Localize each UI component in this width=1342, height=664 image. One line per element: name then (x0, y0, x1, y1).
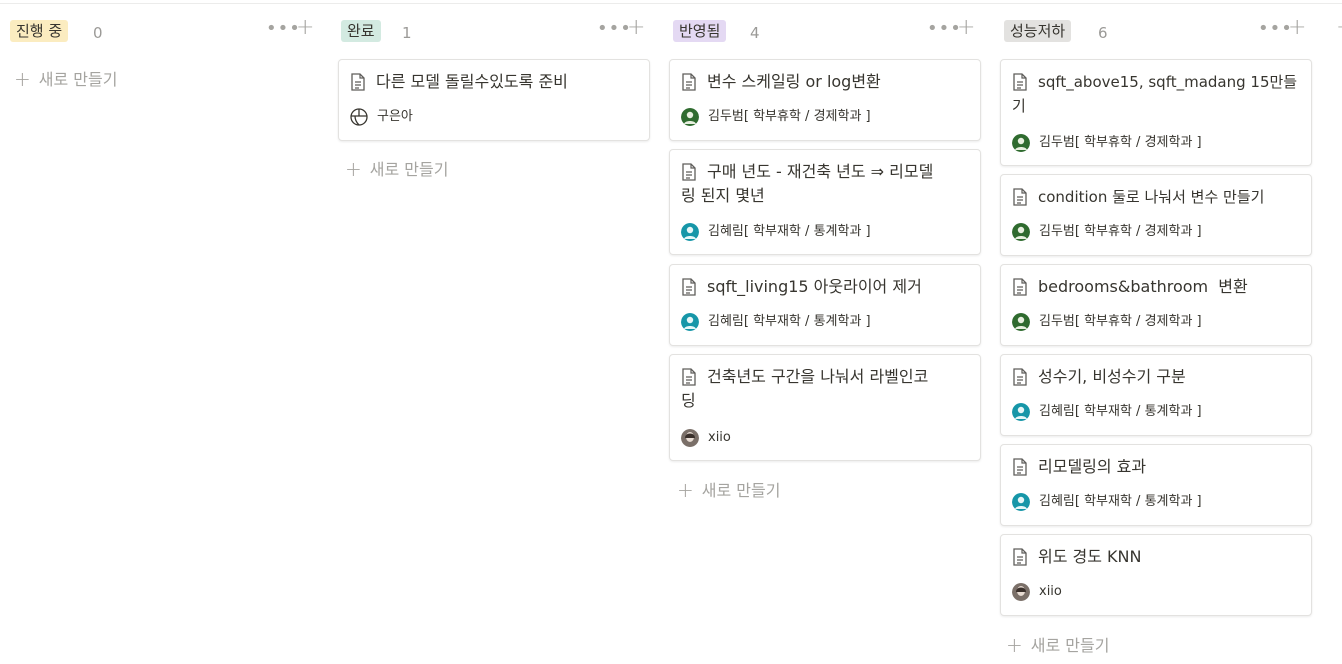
teal-avatar (1012, 403, 1030, 421)
assignee: 김두범[ 학부휴학 / 경제학과 ] (681, 107, 871, 127)
page-icon (1013, 278, 1027, 296)
teal-avatar (681, 223, 699, 241)
column-header: 반영됨 4 ••• + (673, 14, 987, 48)
card-count: 0 (93, 24, 103, 42)
card-title: 위도 경도 KNN (1038, 547, 1142, 566)
page-icon (351, 73, 365, 91)
assignee-name: 김혜림[ 학부재학 / 통계학과 ] (708, 224, 871, 239)
new-card-button[interactable]: + 새로 만들기 (677, 477, 780, 502)
column-header: 진행 중 0 ••• + (10, 14, 324, 48)
page-icon (1013, 368, 1027, 386)
card-title: sqft_living15 아웃라이어 제거 (707, 277, 922, 296)
card[interactable]: 다른 모델 돌릴수있도록 준비 구은아 (338, 59, 650, 141)
card[interactable]: condition 둘로 나눠서 변수 만들기 김두범[ 학부휴학 / 경제학과… (1000, 174, 1312, 256)
card-count: 4 (750, 24, 760, 42)
card[interactable]: 변수 스케일링 or log변환 김두범[ 학부휴학 / 경제학과 ] (669, 59, 981, 141)
assignee: 구은아 (350, 107, 413, 127)
new-card-button[interactable]: + 새로 만들기 (345, 156, 448, 181)
plus-icon[interactable]: + (627, 15, 645, 40)
green-avatar (1012, 313, 1030, 331)
card-title: sqft_above15, sqft_madang 15만들 기 (1012, 73, 1298, 115)
kanban-board: 진행 중 0 ••• + + 새로 만들기 완료 1 ••• + 다른 모델 돌릴… (0, 0, 1342, 664)
assignee-name: 김혜림[ 학부재학 / 통계학과 ] (1039, 494, 1202, 509)
page-icon (682, 368, 696, 386)
globe-avatar (350, 108, 368, 126)
card-title: condition 둘로 나눠서 변수 만들기 (1038, 188, 1265, 206)
green-avatar (1012, 134, 1030, 152)
green-avatar (681, 108, 699, 126)
card[interactable]: 리모델링의 효과 김혜림[ 학부재학 / 통계학과 ] (1000, 444, 1312, 526)
assignee: 김혜림[ 학부재학 / 통계학과 ] (681, 312, 871, 332)
assignee: 김두범[ 학부휴학 / 경제학과 ] (1012, 312, 1202, 332)
plus-icon: + (1006, 633, 1023, 657)
card-title: bedrooms&bathroom 변환 (1038, 277, 1248, 296)
card-count: 1 (402, 24, 412, 42)
page-icon (1013, 548, 1027, 566)
assignee: 김혜림[ 학부재학 / 통계학과 ] (1012, 492, 1202, 512)
assignee: xiio (681, 428, 731, 448)
assignee: 김혜림[ 학부재학 / 통계학과 ] (681, 222, 871, 242)
green-avatar (1012, 223, 1030, 241)
assignee-name: 김두범[ 학부휴학 / 경제학과 ] (1039, 314, 1202, 329)
card[interactable]: sqft_living15 아웃라이어 제거 김혜림[ 학부재학 / 통계학과 … (669, 264, 981, 346)
card-title: 성수기, 비성수기 구분 (1038, 367, 1186, 386)
plus-icon[interactable]: + (296, 15, 314, 40)
card[interactable]: bedrooms&bathroom 변환 김두범[ 학부휴학 / 경제학과 ] (1000, 264, 1312, 346)
assignee: 김두범[ 학부휴학 / 경제학과 ] (1012, 133, 1202, 153)
assignee: 김두범[ 학부휴학 / 경제학과 ] (1012, 222, 1202, 242)
page-icon (682, 73, 696, 91)
assignee-name: 김두범[ 학부휴학 / 경제학과 ] (1039, 135, 1202, 150)
card[interactable]: 성수기, 비성수기 구분 김혜림[ 학부재학 / 통계학과 ] (1000, 354, 1312, 436)
page-icon (1013, 458, 1027, 476)
new-card-button[interactable]: + 새로 만들기 (1006, 632, 1109, 657)
status-tag[interactable]: 완료 (341, 20, 381, 42)
card-title: 건축년도 구간을 나눠서 라벨인코 딩 (681, 367, 929, 410)
plus-icon: + (14, 67, 31, 91)
plus-icon[interactable]: + (1288, 15, 1306, 40)
page-icon (1013, 73, 1027, 91)
teal-avatar (1012, 493, 1030, 511)
column-applied: 반영됨 4 ••• + 변수 스케일링 or log변환 김두범[ 학부휴학 /… (669, 14, 987, 502)
assignee-name: 김두범[ 학부휴학 / 경제학과 ] (708, 109, 871, 124)
plus-icon: + (345, 157, 362, 181)
column-in-progress: 진행 중 0 ••• + + 새로 만들기 (10, 14, 324, 91)
photo-avatar (681, 429, 699, 447)
add-column-plus-icon[interactable]: + (1336, 15, 1342, 40)
column-done: 완료 1 ••• + 다른 모델 돌릴수있도록 준비 구은아 + 새로 만들기 (338, 14, 655, 181)
teal-avatar (681, 313, 699, 331)
column-header: 성능저하 6 ••• + (1004, 14, 1318, 48)
page-icon (1013, 188, 1027, 206)
new-card-button[interactable]: + 새로 만들기 (14, 66, 117, 91)
assignee-name: 김혜림[ 학부재학 / 통계학과 ] (1039, 404, 1202, 419)
column-header: 완료 1 ••• + (341, 14, 655, 48)
card-title: 구매 년도 - 재건축 년도 ⇒ 리모델 링 된지 몇년 (681, 162, 934, 205)
assignee-name: 김혜림[ 학부재학 / 통계학과 ] (708, 314, 871, 329)
card[interactable]: 건축년도 구간을 나눠서 라벨인코 딩 xiio (669, 354, 981, 461)
assignee: xiio (1012, 582, 1062, 602)
card-count: 6 (1098, 24, 1108, 42)
page-icon (682, 163, 696, 181)
column-degraded: 성능저하 6 ••• + sqft_above15, sqft_madang 1… (1000, 14, 1318, 657)
card-title: 다른 모델 돌릴수있도록 준비 (376, 72, 568, 91)
assignee: 김혜림[ 학부재학 / 통계학과 ] (1012, 402, 1202, 422)
status-tag[interactable]: 진행 중 (10, 20, 69, 42)
page-icon (682, 278, 696, 296)
card[interactable]: sqft_above15, sqft_madang 15만들 기 김두범[ 학부휴… (1000, 59, 1312, 166)
card-title: 변수 스케일링 or log변환 (707, 72, 881, 91)
card-title: 리모델링의 효과 (1038, 457, 1147, 476)
photo-avatar (1012, 583, 1030, 601)
plus-icon: + (677, 478, 694, 502)
status-tag[interactable]: 성능저하 (1004, 20, 1072, 42)
card[interactable]: 구매 년도 - 재건축 년도 ⇒ 리모델 링 된지 몇년 김혜림[ 학부재학 / … (669, 149, 981, 255)
status-tag[interactable]: 반영됨 (673, 20, 727, 42)
plus-icon[interactable]: + (957, 15, 975, 40)
card[interactable]: 위도 경도 KNN xiio (1000, 534, 1312, 616)
assignee-name: 김두범[ 학부휴학 / 경제학과 ] (1039, 224, 1202, 239)
